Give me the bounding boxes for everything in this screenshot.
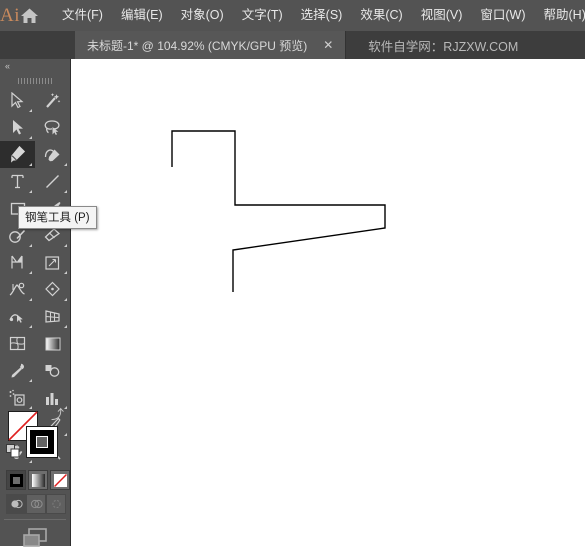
width-tool[interactable] <box>0 276 35 303</box>
selection-tool[interactable] <box>0 87 35 114</box>
tool-corner-indicator <box>64 190 67 193</box>
tool-corner-indicator <box>29 109 32 112</box>
tool-corner-indicator <box>29 298 32 301</box>
drawing-mode-buttons <box>6 494 66 514</box>
tool-corner-indicator <box>64 325 67 328</box>
perspective-grid-tool[interactable] <box>35 303 70 330</box>
shape-builder-tool[interactable] <box>0 303 35 330</box>
menu-edit[interactable]: 编辑(E) <box>112 0 172 31</box>
color-controls: ⤴ <box>0 406 70 468</box>
menu-select[interactable]: 选择(S) <box>292 0 352 31</box>
menu-items: 文件(F) 编辑(E) 对象(O) 文字(T) 选择(S) 效果(C) 视图(V… <box>53 0 585 31</box>
gradient-tool[interactable] <box>35 330 70 357</box>
pen-tool[interactable] <box>0 141 35 168</box>
eyedropper-tool[interactable] <box>0 357 35 384</box>
blend-tool[interactable] <box>35 357 70 384</box>
tool-corner-indicator <box>29 271 32 274</box>
tab-bar-spacer <box>0 31 75 59</box>
panel-drag-handle[interactable] <box>0 75 70 87</box>
tool-corner-indicator <box>29 379 32 382</box>
curvature-tool[interactable] <box>35 141 70 168</box>
menu-type[interactable]: 文字(T) <box>233 0 292 31</box>
none-mode[interactable] <box>50 470 70 490</box>
mesh-tool[interactable] <box>0 330 35 357</box>
gradient-mode[interactable] <box>28 470 48 490</box>
color-mode[interactable] <box>6 470 26 490</box>
fill-stroke-controls: ⤴ <box>0 406 70 468</box>
app-logo: Ai <box>0 0 20 31</box>
stroke-swatch-hole <box>36 436 48 448</box>
menu-bar: Ai 文件(F) 编辑(E) 对象(O) 文字(T) 选择(S) 效果(C) 视… <box>0 0 585 31</box>
draw-inside-mode[interactable] <box>46 494 66 514</box>
menu-object[interactable]: 对象(O) <box>172 0 233 31</box>
draw-normal-mode[interactable] <box>6 494 26 514</box>
line-segment-tool[interactable] <box>35 168 70 195</box>
collapse-panel-button[interactable]: « <box>0 59 70 75</box>
stroke-swatch-inner <box>30 430 54 454</box>
free-transform-tool[interactable] <box>35 276 70 303</box>
draw-behind-mode[interactable] <box>26 494 46 514</box>
close-icon[interactable]: ✕ <box>319 39 337 51</box>
stroke-swatch[interactable] <box>26 426 58 458</box>
document-tab[interactable]: 未标题-1* @ 104.92% (CMYK/GPU 预览) ✕ <box>75 31 346 59</box>
tool-corner-indicator <box>64 271 67 274</box>
menu-view[interactable]: 视图(V) <box>412 0 472 31</box>
open-path-zigzag[interactable] <box>172 131 385 292</box>
tool-corner-indicator <box>29 325 32 328</box>
scale-tool[interactable] <box>35 249 70 276</box>
toolbar-divider <box>4 519 66 520</box>
color-mode-buttons <box>6 470 70 490</box>
menu-window[interactable]: 窗口(W) <box>471 0 534 31</box>
change-screen-mode[interactable] <box>0 526 70 550</box>
swap-fill-stroke-icon[interactable]: ⤴ <box>51 408 64 421</box>
tool-corner-indicator <box>64 163 67 166</box>
document-tab-label: 未标题-1* @ 104.92% (CMYK/GPU 预览) <box>87 37 307 54</box>
lasso-tool[interactable] <box>35 114 70 141</box>
rotate-tool[interactable] <box>0 249 35 276</box>
tool-corner-indicator <box>29 136 32 139</box>
document-tab-bar: 未标题-1* @ 104.92% (CMYK/GPU 预览) ✕ 软件自学网：R… <box>0 31 585 59</box>
menu-help[interactable]: 帮助(H) <box>535 0 585 31</box>
tool-corner-indicator <box>29 163 32 166</box>
tool-corner-indicator <box>29 244 32 247</box>
tools-panel: « <box>0 59 71 546</box>
tool-tooltip: 钢笔工具 (P) <box>18 206 97 229</box>
menu-file[interactable]: 文件(F) <box>53 0 112 31</box>
illustrator-window: Ai 文件(F) 编辑(E) 对象(O) 文字(T) 选择(S) 效果(C) 视… <box>0 0 585 546</box>
default-fill-stroke-icon[interactable] <box>6 444 20 463</box>
tool-corner-indicator <box>64 244 67 247</box>
artboard-canvas[interactable] <box>71 59 585 546</box>
grip-lines-icon <box>18 78 52 84</box>
watermark-text: 软件自学网：RJZXW.COM <box>346 31 518 59</box>
home-icon[interactable] <box>20 0 39 31</box>
drawn-path[interactable] <box>71 59 585 546</box>
menu-effect[interactable]: 效果(C) <box>351 0 411 31</box>
magic-wand-tool[interactable] <box>35 87 70 114</box>
tool-corner-indicator <box>64 298 67 301</box>
tool-corner-indicator <box>29 190 32 193</box>
type-tool[interactable] <box>0 168 35 195</box>
direct-selection-tool[interactable] <box>0 114 35 141</box>
